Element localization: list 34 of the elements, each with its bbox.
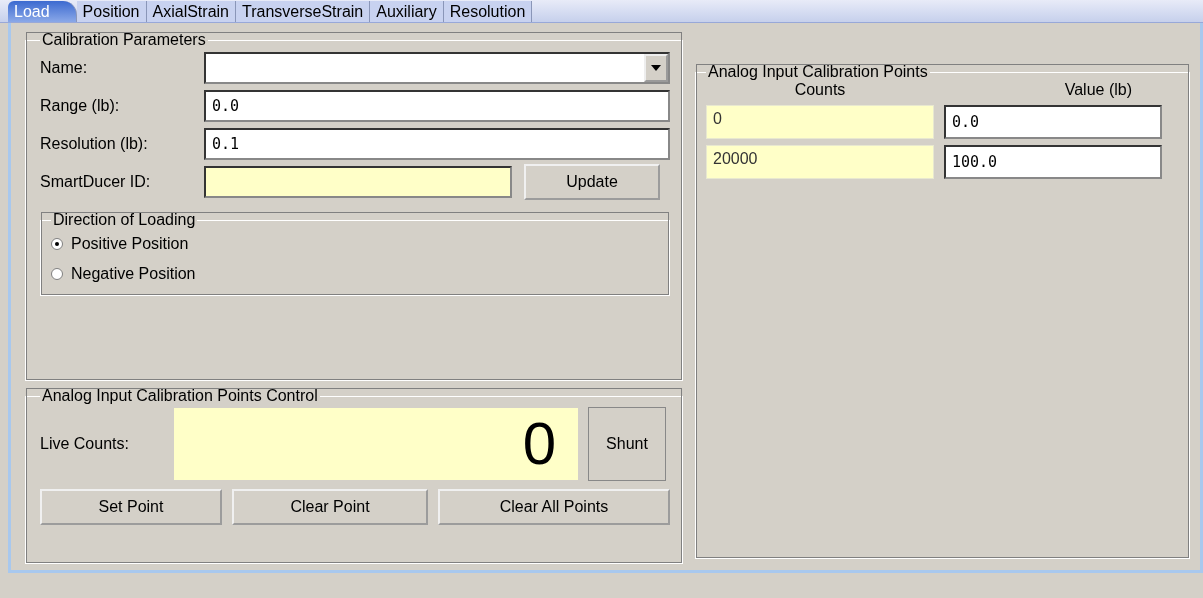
shunt-button[interactable]: Shunt xyxy=(588,407,666,481)
tab[interactable]: Resolution xyxy=(443,1,533,22)
tab[interactable]: Position xyxy=(76,1,147,22)
tab[interactable]: AxialStrain xyxy=(146,1,236,22)
counts-cell: 20000 xyxy=(706,145,934,179)
field-label: Live Counts: xyxy=(40,435,130,453)
name-dropdown[interactable] xyxy=(204,52,670,84)
group-title: Analog Input Calibration Points xyxy=(707,63,929,81)
radio-button[interactable] xyxy=(51,268,63,280)
radio-option[interactable]: Positive Position xyxy=(51,229,659,259)
update-button[interactable]: Update xyxy=(524,164,660,200)
action-button[interactable]: Clear All Points xyxy=(438,489,670,525)
action-button[interactable]: Set Point xyxy=(40,489,222,525)
field-label: Name: xyxy=(40,59,89,77)
field-label: SmartDucer ID: xyxy=(40,173,152,191)
group-title: Calibration Parameters xyxy=(41,31,207,49)
input-field[interactable]: 0.0 xyxy=(204,90,670,122)
field-label: Resolution (lb): xyxy=(40,135,149,153)
field-label: Range (lb): xyxy=(40,97,121,115)
radio-button[interactable] xyxy=(51,238,63,250)
radio-option[interactable]: Negative Position xyxy=(51,259,659,289)
column-header: Counts xyxy=(793,81,847,99)
counts-cell: 0 xyxy=(706,105,934,139)
input-field[interactable] xyxy=(204,166,512,198)
input-field[interactable]: 100.0 xyxy=(944,145,1162,179)
column-header: Value (lb) xyxy=(1063,81,1133,99)
tab[interactable]: TransverseStrain xyxy=(236,1,371,22)
tab[interactable]: Auxiliary xyxy=(370,1,444,22)
input-field[interactable]: 0.1 xyxy=(204,128,670,160)
live-counts-display: 0 xyxy=(174,408,578,480)
action-button[interactable]: Clear Point xyxy=(232,489,428,525)
group-title: Direction of Loading xyxy=(52,211,197,229)
group-title: Analog Input Calibration Points Control xyxy=(41,387,319,405)
input-field[interactable]: 0.0 xyxy=(944,105,1162,139)
